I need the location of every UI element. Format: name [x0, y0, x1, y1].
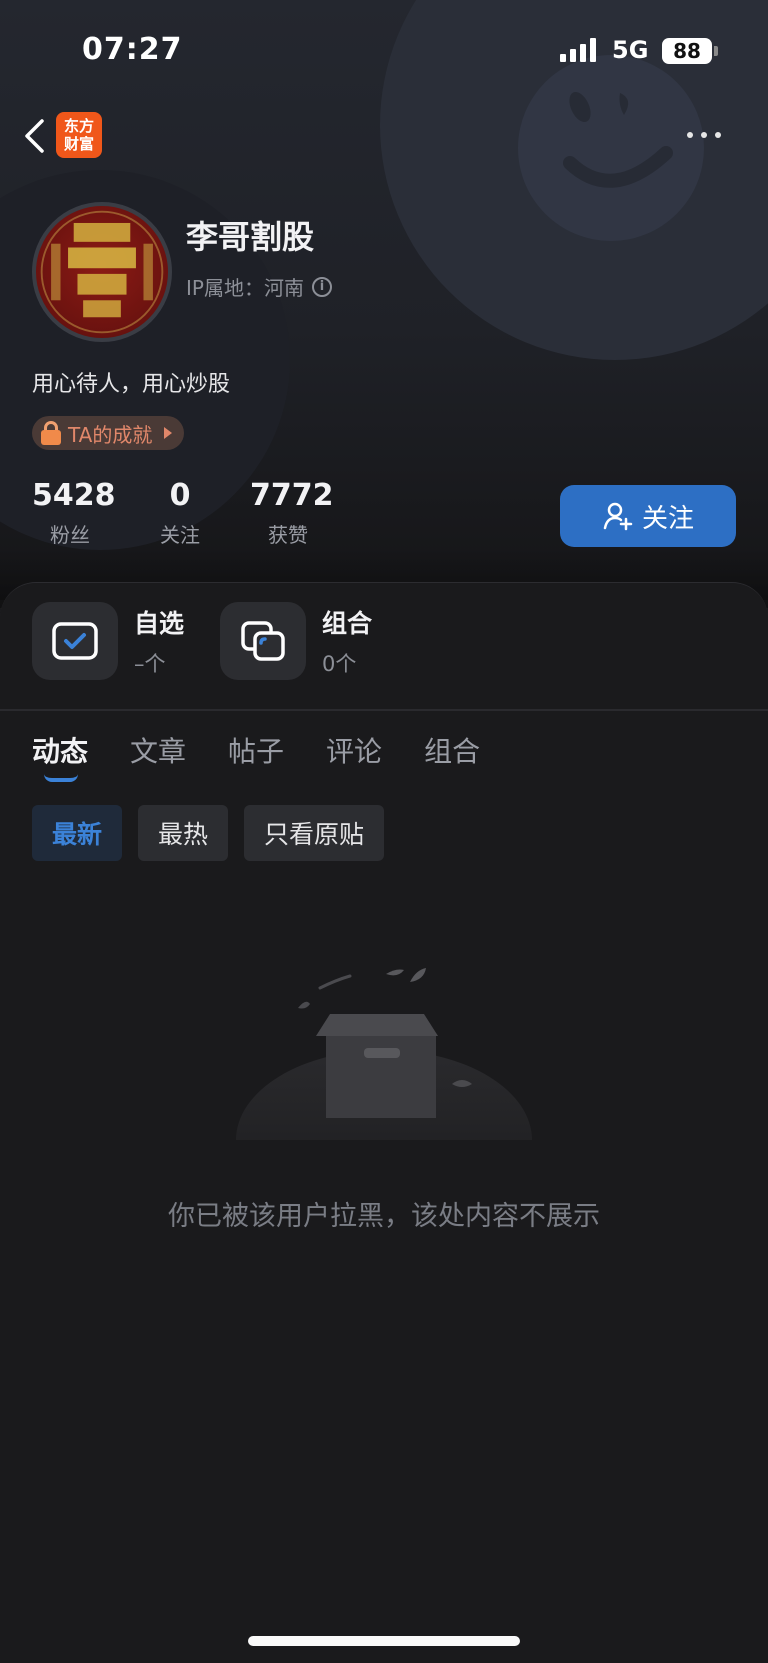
- tab-portfolios[interactable]: 组合: [424, 730, 480, 770]
- tab-articles[interactable]: 文章: [130, 730, 186, 770]
- tab-label: 组合: [424, 735, 481, 768]
- divider: [0, 709, 768, 711]
- user-bio: 用心待人，用心炒股: [32, 372, 231, 397]
- ip-location-text: IP属地：河南: [186, 276, 304, 300]
- battery-level: 88: [673, 39, 701, 63]
- back-button[interactable]: [18, 114, 50, 158]
- portfolio-title: 组合: [322, 609, 373, 638]
- tab-label: 文章: [130, 735, 187, 768]
- empty-box-illustration: [236, 968, 532, 1140]
- logo-text-2: 财富: [63, 135, 94, 153]
- stat-following[interactable]: 0 关注: [150, 478, 210, 548]
- avatar[interactable]: [32, 202, 172, 342]
- chevron-left-icon: [25, 119, 44, 153]
- portfolio-icon: [220, 602, 306, 680]
- portfolio-entry[interactable]: 组合 0个: [220, 602, 372, 680]
- stat-followers[interactable]: 5428 粉丝: [32, 478, 116, 548]
- smiley-decoration: [518, 55, 704, 241]
- info-icon[interactable]: i: [311, 276, 332, 297]
- home-indicator[interactable]: [248, 1636, 520, 1646]
- filter-chips: 最新 最热 只看原贴: [32, 805, 385, 861]
- stat-label: 粉丝: [50, 523, 90, 547]
- watchlist-entry[interactable]: 自选 –个: [32, 602, 184, 680]
- ip-location: IP属地：河南 i: [186, 272, 332, 301]
- avatar-image: [40, 210, 164, 334]
- tab-posts[interactable]: 帖子: [228, 730, 284, 770]
- username: 李哥割股: [186, 218, 315, 256]
- portfolio-count: 0个: [322, 652, 357, 676]
- filter-hottest[interactable]: 最热: [138, 805, 229, 861]
- stat-value: 0: [169, 478, 191, 513]
- tab-active-indicator: [44, 774, 78, 782]
- tab-activity[interactable]: 动态: [32, 730, 89, 782]
- follow-label: 关注: [641, 503, 694, 534]
- filter-latest[interactable]: 最新: [32, 805, 123, 861]
- battery-tip: [714, 46, 718, 56]
- tab-label: 帖子: [228, 735, 285, 768]
- tab-label: 评论: [326, 735, 383, 768]
- watchlist-count: –个: [134, 652, 166, 676]
- tab-label: 动态: [32, 735, 89, 768]
- stat-label: 获赞: [268, 523, 308, 547]
- stat-value: 7772: [250, 478, 334, 513]
- stat-value: 5428: [32, 478, 116, 513]
- empty-state-message: 你已被该用户拉黑，该处内容不展示: [168, 1201, 600, 1232]
- battery-icon: 88: [662, 38, 712, 64]
- triangle-right-icon: [164, 427, 173, 439]
- watchlist-title: 自选: [134, 609, 185, 638]
- follow-button[interactable]: 关注: [560, 485, 736, 547]
- more-options-icon[interactable]: [682, 122, 726, 148]
- content-tabs: 动态 文章 帖子 评论 组合: [32, 730, 480, 782]
- add-user-icon: [603, 502, 633, 531]
- lock-icon: [40, 421, 62, 445]
- filter-original-only[interactable]: 只看原贴: [244, 805, 385, 861]
- stat-label: 关注: [160, 523, 200, 547]
- achievement-badge[interactable]: TA的成就: [32, 416, 185, 450]
- network-type: 5G: [612, 36, 649, 64]
- achievement-label: TA的成就: [68, 422, 153, 447]
- stat-likes[interactable]: 7772 获赞: [250, 478, 334, 548]
- status-time: 07:27: [82, 32, 183, 67]
- app-logo: 东方 财富: [56, 112, 102, 158]
- logo-text-1: 东方: [63, 117, 94, 135]
- signal-icon: [560, 38, 596, 62]
- watchlist-icon: [32, 602, 118, 680]
- tab-comments[interactable]: 评论: [326, 730, 382, 770]
